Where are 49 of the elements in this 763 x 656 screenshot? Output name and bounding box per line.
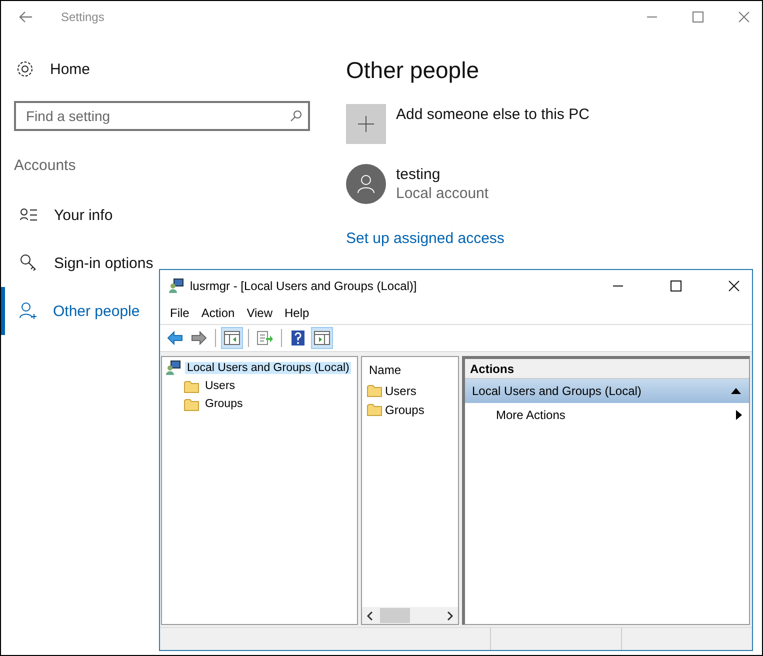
panel-toggle-icon[interactable]	[311, 327, 333, 349]
search-icon	[290, 110, 302, 122]
avatar	[346, 164, 386, 204]
menu-item[interactable]: File	[164, 306, 196, 320]
key-icon	[20, 254, 38, 272]
window-title: Settings	[61, 10, 104, 24]
horizontal-scrollbar[interactable]	[362, 607, 458, 624]
nav-item[interactable]: Sign-in options	[1, 239, 160, 287]
folder-icon	[184, 398, 199, 410]
assigned-access-link[interactable]: Set up assigned access	[346, 230, 504, 247]
column-header[interactable]: Name	[362, 359, 458, 381]
submenu-arrow-icon	[736, 410, 742, 420]
back-arrow-icon[interactable]	[19, 10, 33, 22]
scroll-left-icon[interactable]	[366, 610, 374, 620]
folder-icon	[367, 384, 382, 397]
menu-item[interactable]: Action	[195, 306, 241, 320]
search-field[interactable]: Find a setting	[14, 101, 310, 131]
actions-group-header[interactable]: Local Users and Groups (Local)	[465, 379, 749, 403]
menu-item[interactable]: View	[240, 306, 278, 320]
account-name: testing	[396, 166, 442, 183]
window-title: lusrmgr - [Local Users and Groups (Local)]	[190, 279, 417, 293]
action-item[interactable]: More Actions	[465, 403, 749, 427]
person-list-icon	[20, 208, 38, 222]
page-heading: Other people	[346, 57, 480, 84]
nav-item[interactable]: Your info	[1, 191, 119, 239]
users-computer-icon	[165, 360, 181, 376]
maximize-icon[interactable]	[670, 280, 682, 292]
collapse-icon	[731, 388, 741, 394]
person-add-icon	[19, 302, 37, 320]
tree-item[interactable]: Groups	[162, 395, 357, 413]
nav-item[interactable]: Other people	[1, 287, 146, 335]
home-link[interactable]: Home	[50, 60, 90, 78]
close-icon[interactable]	[728, 280, 740, 292]
menu-item[interactable]: Help	[278, 306, 316, 320]
account-type: Local account	[396, 185, 489, 202]
scroll-right-icon[interactable]	[446, 610, 454, 620]
actions-header: Actions	[465, 359, 749, 379]
folder-icon	[184, 380, 199, 392]
section-heading: Accounts	[14, 157, 77, 176]
tree-item[interactable]: Users	[162, 377, 357, 395]
gear-icon	[16, 60, 34, 78]
list-item[interactable]: Groups	[362, 400, 458, 419]
add-tile[interactable]	[346, 104, 386, 144]
panel-toggle-icon[interactable]	[221, 327, 243, 349]
users-computer-icon	[168, 278, 184, 294]
add-user-label[interactable]: Add someone else to this PC	[396, 106, 590, 123]
list-item[interactable]: Users	[362, 381, 458, 400]
folder-icon	[367, 403, 382, 416]
plus-icon	[358, 116, 374, 132]
